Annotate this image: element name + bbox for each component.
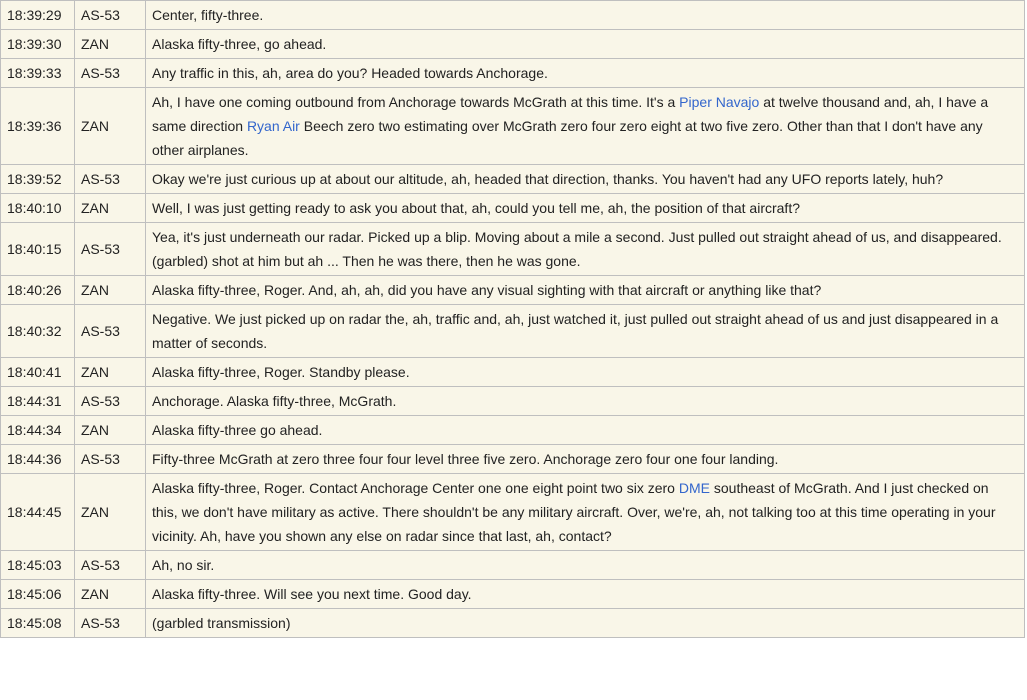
message-cell: Any traffic in this, ah, area do you? He… (145, 58, 1025, 88)
message-text: Center, fifty-three. (152, 7, 264, 23)
speaker-cell: ZAN (74, 579, 146, 609)
message-text: Alaska fifty-three, Roger. And, ah, ah, … (152, 282, 822, 298)
message-cell: Alaska fifty-three, Roger. Standby pleas… (145, 357, 1025, 387)
message-text: Alaska fifty-three, Roger. Standby pleas… (152, 364, 410, 380)
timestamp-cell: 18:45:03 (0, 550, 75, 580)
transcript-row: 18:40:41 ZAN Alaska fifty-three, Roger. St… (0, 357, 1025, 387)
message-cell: Okay we're just curious up at about our … (145, 164, 1025, 194)
message-cell: Center, fifty-three. (145, 0, 1025, 30)
transcript-row: 18:45:06 ZAN Alaska fifty-three. Will see … (0, 579, 1025, 609)
transcript-row: 18:39:36 ZAN Ah, I have one coming outboun… (0, 87, 1025, 165)
speaker-cell: AS-53 (74, 386, 146, 416)
message-cell: Anchorage. Alaska fifty-three, McGrath. (145, 386, 1025, 416)
timestamp-cell: 18:40:15 (0, 222, 75, 276)
message-text: Yea, it's just underneath our radar. Pic… (152, 229, 1002, 269)
message-cell: Fifty-three McGrath at zero three four f… (145, 444, 1025, 474)
message-cell: Alaska fifty-three, Roger. And, ah, ah, … (145, 275, 1025, 305)
speaker-cell: AS-53 (74, 58, 146, 88)
speaker-cell: AS-53 (74, 304, 146, 358)
speaker-cell: ZAN (74, 193, 146, 223)
timestamp-cell: 18:39:29 (0, 0, 75, 30)
transcript-row: 18:40:10 ZAN Well, I was just getting read… (0, 193, 1025, 223)
transcript-row: 18:39:52 AS-53 Okay we're just curious up … (0, 164, 1025, 194)
transcript-row: 18:44:45 ZAN Alaska fifty-three, Roger. Co… (0, 473, 1025, 551)
timestamp-cell: 18:40:32 (0, 304, 75, 358)
speaker-cell: ZAN (74, 473, 146, 551)
timestamp-cell: 18:40:41 (0, 357, 75, 387)
message-cell: Ah, no sir. (145, 550, 1025, 580)
message-cell: Ah, I have one coming outbound from Anch… (145, 87, 1025, 165)
transcript-row: 18:40:15 AS-53 Yea, it's just underneath o… (0, 222, 1025, 276)
message-cell: Alaska fifty-three. Will see you next ti… (145, 579, 1025, 609)
speaker-cell: AS-53 (74, 550, 146, 580)
message-text: (garbled transmission) (152, 615, 291, 631)
timestamp-cell: 18:39:52 (0, 164, 75, 194)
message-text: Okay we're just curious up at about our … (152, 171, 944, 187)
message-cell: Negative. We just picked up on radar the… (145, 304, 1025, 358)
wiki-link[interactable]: Piper Navajo (679, 94, 759, 110)
message-cell: Alaska fifty-three, Roger. Contact Ancho… (145, 473, 1025, 551)
message-text: Anchorage. Alaska fifty-three, McGrath. (152, 393, 397, 409)
message-text: Ah, no sir. (152, 557, 215, 573)
transcript-row: 18:44:31 AS-53 Anchorage. Alaska fifty-thr… (0, 386, 1025, 416)
speaker-cell: ZAN (74, 357, 146, 387)
timestamp-cell: 18:45:06 (0, 579, 75, 609)
message-cell: (garbled transmission) (145, 608, 1025, 638)
speaker-cell: AS-53 (74, 444, 146, 474)
speaker-cell: ZAN (74, 415, 146, 445)
transcript-row: 18:40:32 AS-53 Negative. We just picked up… (0, 304, 1025, 358)
transcript-body: 18:39:29 AS-53 Center, fifty-three. 18:39:3… (0, 0, 1025, 638)
timestamp-cell: 18:40:10 (0, 193, 75, 223)
speaker-cell: AS-53 (74, 0, 146, 30)
message-cell: Alaska fifty-three, go ahead. (145, 29, 1025, 59)
timestamp-cell: 18:39:30 (0, 29, 75, 59)
message-text: Ah, I have one coming outbound from Anch… (152, 94, 680, 110)
timestamp-cell: 18:44:31 (0, 386, 75, 416)
transcript-row: 18:39:30 ZAN Alaska fifty-three, go ahead. (0, 29, 1025, 59)
message-cell: Alaska fifty-three go ahead. (145, 415, 1025, 445)
speaker-cell: AS-53 (74, 164, 146, 194)
timestamp-cell: 18:44:34 (0, 415, 75, 445)
speaker-cell: ZAN (74, 275, 146, 305)
transcript-row: 18:44:36 AS-53 Fifty-three McGrath at zero… (0, 444, 1025, 474)
transcript-row: 18:39:29 AS-53 Center, fifty-three. (0, 0, 1025, 30)
transcript-row: 18:45:03 AS-53 Ah, no sir. (0, 550, 1025, 580)
speaker-cell: ZAN (74, 87, 146, 165)
wiki-link[interactable]: DME (679, 480, 710, 496)
transcript-row: 18:45:08 AS-53 (garbled transmission) (0, 608, 1025, 638)
message-text: Well, I was just getting ready to ask yo… (152, 200, 800, 216)
message-text: Alaska fifty-three, go ahead. (152, 36, 327, 52)
speaker-cell: ZAN (74, 29, 146, 59)
timestamp-cell: 18:45:08 (0, 608, 75, 638)
transcript-table: 18:39:29 AS-53 Center, fifty-three. 18:39:3… (0, 0, 1025, 638)
timestamp-cell: 18:39:33 (0, 58, 75, 88)
timestamp-cell: 18:44:45 (0, 473, 75, 551)
message-text: Any traffic in this, ah, area do you? He… (152, 65, 548, 81)
timestamp-cell: 18:39:36 (0, 87, 75, 165)
message-text: Negative. We just picked up on radar the… (152, 311, 999, 351)
message-text: Alaska fifty-three, Roger. Contact Ancho… (152, 480, 679, 496)
transcript-row: 18:44:34 ZAN Alaska fifty-three go ahead. (0, 415, 1025, 445)
message-text: Alaska fifty-three go ahead. (152, 422, 323, 438)
timestamp-cell: 18:40:26 (0, 275, 75, 305)
transcript-row: 18:40:26 ZAN Alaska fifty-three, Roger. An… (0, 275, 1025, 305)
timestamp-cell: 18:44:36 (0, 444, 75, 474)
message-cell: Yea, it's just underneath our radar. Pic… (145, 222, 1025, 276)
speaker-cell: AS-53 (74, 222, 146, 276)
speaker-cell: AS-53 (74, 608, 146, 638)
message-cell: Well, I was just getting ready to ask yo… (145, 193, 1025, 223)
transcript-row: 18:39:33 AS-53 Any traffic in this, ah, ar… (0, 58, 1025, 88)
message-text: Fifty-three McGrath at zero three four f… (152, 451, 779, 467)
message-text: Alaska fifty-three. Will see you next ti… (152, 586, 472, 602)
wiki-link[interactable]: Ryan Air (247, 118, 300, 134)
